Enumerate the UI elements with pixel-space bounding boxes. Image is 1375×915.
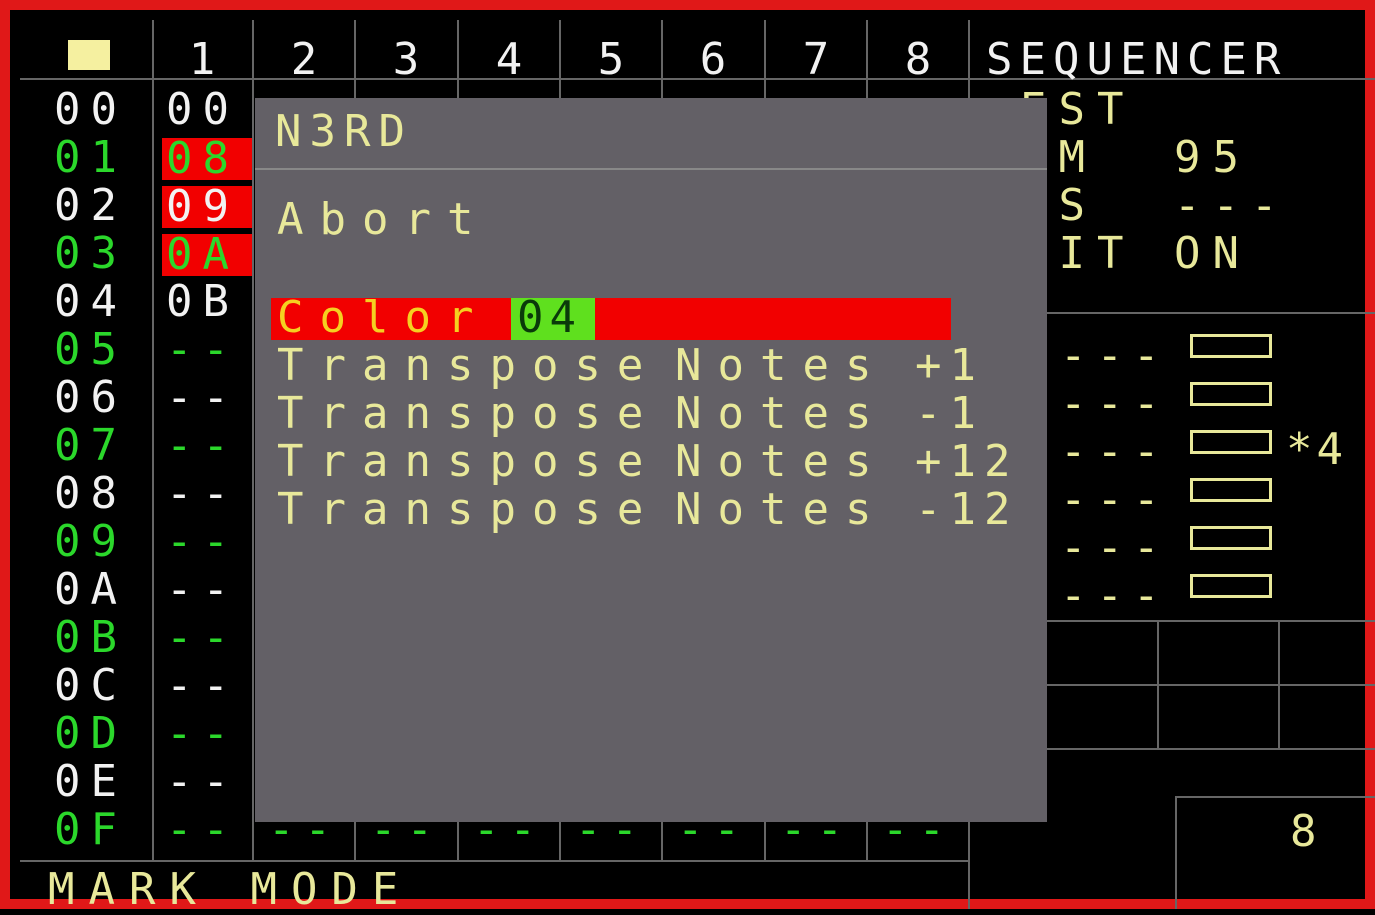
track-header-7[interactable]: 7: [766, 36, 866, 84]
corner-value: 8: [1290, 806, 1327, 857]
cell-divider: [1278, 620, 1280, 750]
row-label[interactable]: 01: [54, 134, 127, 182]
track-header-6[interactable]: 6: [663, 36, 763, 84]
track-header-8[interactable]: 8: [868, 36, 968, 84]
step-cell[interactable]: --: [166, 614, 239, 662]
slot-label: ---: [1060, 378, 1170, 429]
slot-marker: *4: [1286, 424, 1347, 475]
status-divider: [20, 860, 968, 862]
cell-divider: [1157, 620, 1159, 750]
sequencer-grid: 1 2 3 4 5 6 7 8 SEQUENCER 00 01 02 03 04…: [20, 20, 1375, 914]
row-label[interactable]: 06: [54, 374, 127, 422]
slot-box[interactable]: [1190, 526, 1272, 550]
step-cell[interactable]: --: [166, 518, 239, 566]
color-value[interactable]: 04: [517, 294, 582, 342]
corner-box-left: [1175, 796, 1177, 909]
app-frame: 1 2 3 4 5 6 7 8 SEQUENCER 00 01 02 03 04…: [0, 0, 1375, 914]
row-label[interactable]: 0C: [54, 662, 127, 710]
row-label[interactable]: 07: [54, 422, 127, 470]
step-cell[interactable]: --: [166, 758, 239, 806]
menu-item-transpose-plus12[interactable]: +12: [915, 438, 1018, 486]
row-label[interactable]: 05: [54, 326, 127, 374]
context-menu: N3RD Abort Color 04 Transpose Notes +1 T…: [255, 98, 1047, 822]
menu-item-notes-word[interactable]: Notes: [675, 438, 887, 486]
menu-item-transpose-word[interactable]: Transpose: [277, 390, 659, 438]
slot-box[interactable]: [1190, 574, 1272, 598]
step-cell[interactable]: --: [166, 662, 239, 710]
track-header-5[interactable]: 5: [561, 36, 661, 84]
step-cell[interactable]: --: [166, 422, 239, 470]
menu-item-color[interactable]: Color: [277, 294, 489, 342]
row-label[interactable]: 0F: [54, 806, 127, 854]
step-cell[interactable]: 00: [166, 86, 239, 134]
step-cell[interactable]: 0B: [166, 278, 239, 326]
row-label[interactable]: 08: [54, 470, 127, 518]
status-mode: MARK MODE: [48, 864, 413, 915]
step-cell-selected[interactable]: 0A: [162, 233, 252, 277]
step-cell-selected[interactable]: 08: [162, 137, 252, 181]
menu-title: N3RD: [275, 106, 413, 157]
slot-box[interactable]: [1190, 382, 1272, 406]
info-steps[interactable]: PS ---: [1020, 182, 1289, 230]
row-label[interactable]: 0A: [54, 566, 127, 614]
slot-label: ---: [1060, 330, 1170, 381]
slot-box[interactable]: [1190, 478, 1272, 502]
row-label[interactable]: 04: [54, 278, 127, 326]
track-header-4[interactable]: 4: [459, 36, 559, 84]
app-title: SEQUENCER: [986, 34, 1288, 85]
menu-separator: [255, 168, 1047, 170]
corner-box-top: [1175, 796, 1375, 798]
step-cell[interactable]: --: [166, 470, 239, 518]
column-divider: [152, 20, 154, 862]
menu-item-notes-word[interactable]: Notes: [675, 342, 887, 390]
row-label[interactable]: 0B: [54, 614, 127, 662]
slot-box[interactable]: [1190, 334, 1272, 358]
menu-item-transpose-plus1[interactable]: +1: [915, 342, 984, 390]
menu-item-transpose-word[interactable]: Transpose: [277, 342, 659, 390]
slot-box[interactable]: [1190, 430, 1272, 454]
menu-item-transpose-minus1[interactable]: -1: [915, 390, 984, 438]
row-label[interactable]: 00: [54, 86, 127, 134]
row-label[interactable]: 02: [54, 182, 127, 230]
slot-label: ---: [1060, 426, 1170, 477]
row-label[interactable]: 09: [54, 518, 127, 566]
slot-label: ---: [1060, 522, 1170, 573]
menu-item-transpose-word[interactable]: Transpose: [277, 486, 659, 534]
info-edit[interactable]: DIT ON: [1020, 230, 1251, 278]
track-header-1[interactable]: 1: [152, 36, 252, 84]
slot-label: ---: [1060, 474, 1170, 525]
row-label[interactable]: 0E: [54, 758, 127, 806]
menu-item-notes-word[interactable]: Notes: [675, 390, 887, 438]
row-label[interactable]: 03: [54, 230, 127, 278]
column-divider: [252, 20, 254, 862]
step-cell[interactable]: --: [166, 710, 239, 758]
mode-indicator[interactable]: [68, 40, 110, 70]
track-header-2[interactable]: 2: [254, 36, 354, 84]
menu-item-transpose-word[interactable]: Transpose: [277, 438, 659, 486]
step-cell[interactable]: --: [166, 806, 239, 854]
menu-item-notes-word[interactable]: Notes: [675, 486, 887, 534]
step-cell[interactable]: --: [166, 326, 239, 374]
info-bpm[interactable]: PM 95: [1020, 134, 1251, 182]
menu-item-transpose-minus12[interactable]: -12: [915, 486, 1018, 534]
menu-item-abort[interactable]: Abort: [277, 196, 489, 244]
track-header-3[interactable]: 3: [356, 36, 456, 84]
step-cell[interactable]: --: [166, 374, 239, 422]
slot-label: ---: [1060, 570, 1170, 621]
step-cell-selected[interactable]: 09: [162, 185, 252, 229]
row-label[interactable]: 0D: [54, 710, 127, 758]
step-cell[interactable]: --: [166, 566, 239, 614]
